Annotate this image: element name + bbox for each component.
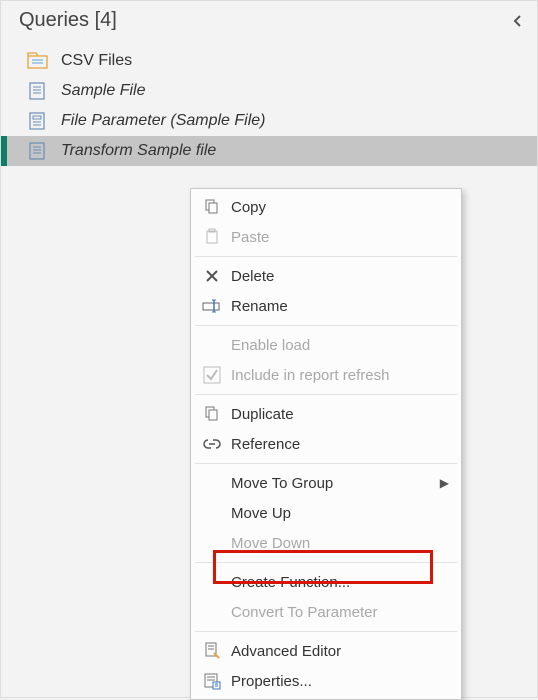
query-item-csv-files[interactable]: CSV Files (1, 46, 537, 76)
menu-move-up[interactable]: Move Up (193, 498, 459, 528)
menu-label: Copy (231, 199, 449, 216)
check-icon (199, 366, 225, 384)
menu-copy[interactable]: Copy (193, 192, 459, 222)
menu-properties[interactable]: Properties... (193, 666, 459, 696)
delete-icon (199, 268, 225, 284)
menu-label: Paste (231, 229, 449, 246)
menu-paste: Paste (193, 222, 459, 252)
paste-icon (199, 228, 225, 246)
menu-create-function[interactable]: Create Function... (193, 567, 459, 597)
advanced-editor-icon (199, 642, 225, 660)
menu-label: Advanced Editor (231, 643, 449, 660)
menu-label: Delete (231, 268, 449, 285)
document-icon (27, 142, 49, 160)
menu-label: Move Up (231, 505, 449, 522)
query-item-sample-file[interactable]: Sample File (1, 76, 537, 106)
menu-label: Properties... (231, 673, 449, 690)
folder-icon (27, 52, 49, 70)
panel-header: Queries [4] (1, 1, 537, 46)
menu-duplicate[interactable]: Duplicate (193, 399, 459, 429)
menu-advanced-editor[interactable]: Advanced Editor (193, 636, 459, 666)
menu-label: Enable load (231, 337, 449, 354)
menu-label: Duplicate (231, 406, 449, 423)
submenu-arrow-icon: ▶ (440, 476, 449, 490)
menu-reference[interactable]: Reference (193, 429, 459, 459)
query-item-label: CSV Files (61, 52, 132, 70)
menu-separator (195, 562, 457, 563)
menu-separator (195, 256, 457, 257)
menu-label: Include in report refresh (231, 367, 449, 384)
menu-label: Move To Group (231, 475, 440, 492)
menu-label: Create Function... (231, 574, 449, 591)
menu-label: Move Down (231, 535, 449, 552)
queries-panel: Queries [4] CSV Files Sample File (0, 0, 538, 698)
menu-separator (195, 463, 457, 464)
menu-separator (195, 631, 457, 632)
copy-icon (199, 198, 225, 216)
menu-label: Reference (231, 436, 449, 453)
document-icon (27, 82, 49, 100)
query-item-file-parameter[interactable]: File Parameter (Sample File) (1, 106, 537, 136)
rename-icon (199, 299, 225, 313)
menu-move-to-group[interactable]: Move To Group ▶ (193, 468, 459, 498)
menu-convert-parameter: Convert To Parameter (193, 597, 459, 627)
menu-label: Rename (231, 298, 449, 315)
menu-separator (195, 325, 457, 326)
menu-label: Convert To Parameter (231, 604, 449, 621)
menu-separator (195, 394, 457, 395)
collapse-chevron-icon[interactable] (511, 14, 525, 28)
query-item-transform-sample[interactable]: Transform Sample file (1, 136, 537, 166)
menu-move-down: Move Down (193, 528, 459, 558)
query-item-label: File Parameter (Sample File) (61, 112, 266, 130)
query-item-label: Sample File (61, 82, 145, 100)
duplicate-icon (199, 405, 225, 423)
query-item-label: Transform Sample file (61, 142, 216, 160)
parameter-icon (27, 112, 49, 130)
menu-enable-load: Enable load (193, 330, 459, 360)
panel-title: Queries [4] (19, 9, 117, 32)
context-menu: Copy Paste Delete Rename Enable load (190, 188, 462, 700)
menu-delete[interactable]: Delete (193, 261, 459, 291)
reference-icon (199, 437, 225, 451)
menu-rename[interactable]: Rename (193, 291, 459, 321)
menu-include-refresh: Include in report refresh (193, 360, 459, 390)
properties-icon (199, 672, 225, 690)
